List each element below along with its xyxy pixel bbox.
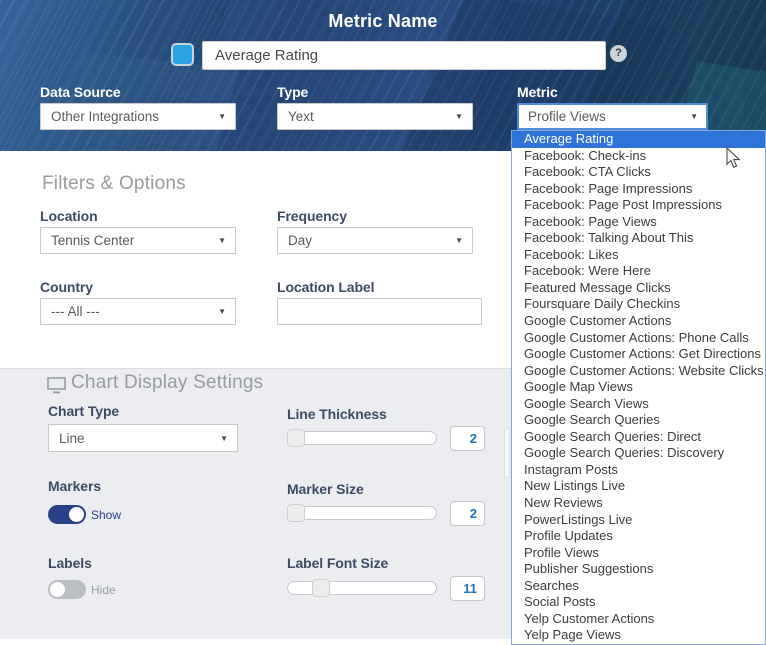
metric-dropdown-option[interactable]: Google Search Queries: Direct — [512, 429, 765, 446]
metric-dropdown-option[interactable]: New Listings Live — [512, 478, 765, 495]
chart-type-value: Line — [59, 431, 85, 446]
country-select[interactable]: --- All --- ▼ — [40, 298, 236, 325]
type-value: Yext — [288, 109, 314, 124]
line-thickness-slider[interactable] — [287, 431, 437, 445]
metric-dropdown-option[interactable]: Google Search Queries — [512, 412, 765, 429]
markers-toggle[interactable] — [48, 505, 86, 524]
marker-size-slider[interactable] — [287, 506, 437, 520]
chevron-down-icon: ▼ — [218, 236, 226, 245]
help-icon[interactable]: ? — [610, 45, 627, 62]
labels-label: Labels — [48, 555, 92, 571]
chevron-down-icon: ▼ — [455, 236, 463, 245]
metric-dropdown-option[interactable]: Google Search Views — [512, 396, 765, 413]
location-label-input[interactable] — [277, 298, 482, 325]
markers-toggle-state: Show — [91, 508, 121, 522]
labels-toggle[interactable] — [48, 580, 86, 599]
marker-size-label: Marker Size — [287, 481, 364, 497]
metric-dropdown-option[interactable]: Profile Updates — [512, 528, 765, 545]
metric-dropdown-option[interactable]: Facebook: Page Impressions — [512, 181, 765, 198]
metric-dropdown-option[interactable]: Facebook: Page Views — [512, 214, 765, 231]
metric-dropdown-option[interactable]: Google Customer Actions — [512, 313, 765, 330]
metric-dropdown-option[interactable]: Facebook: Were Here — [512, 263, 765, 280]
filters-section-title: Filters & Options — [42, 173, 186, 195]
metric-name-input[interactable] — [202, 41, 606, 70]
scrollbar-thumb[interactable] — [504, 428, 510, 478]
metric-dropdown-option[interactable]: Profile Views — [512, 545, 765, 562]
data-source-value: Other Integrations — [51, 109, 159, 124]
data-source-select[interactable]: Other Integrations ▼ — [40, 103, 236, 130]
location-select[interactable]: Tennis Center ▼ — [40, 227, 236, 254]
metric-dropdown-option[interactable]: Social Posts — [512, 594, 765, 611]
metric-dropdown-option[interactable]: Searches — [512, 578, 765, 595]
metric-color-swatch[interactable] — [171, 43, 194, 66]
line-thickness-value: 2 — [450, 426, 485, 451]
type-select[interactable]: Yext ▼ — [277, 103, 473, 130]
monitor-icon — [47, 377, 66, 394]
metric-dropdown-option[interactable]: Facebook: Check-ins — [512, 148, 765, 165]
metric-dropdown-option[interactable]: Google Customer Actions: Phone Calls — [512, 330, 765, 347]
data-source-label: Data Source — [40, 84, 121, 100]
metric-dropdown-list: Average RatingFacebook: Check-insFaceboo… — [511, 130, 766, 645]
chart-type-label: Chart Type — [48, 403, 119, 419]
metric-dropdown-option[interactable]: Instagram Posts — [512, 462, 765, 479]
country-label: Country — [40, 279, 93, 295]
slider-handle[interactable] — [312, 579, 330, 597]
metric-dropdown-option[interactable]: Yelp Customer Actions — [512, 611, 765, 628]
metric-dropdown-option[interactable]: Facebook: Page Post Impressions — [512, 197, 765, 214]
metric-dropdown-option[interactable]: Facebook: Talking About This — [512, 230, 765, 247]
toggle-knob — [50, 582, 65, 597]
frequency-select[interactable]: Day ▼ — [277, 227, 473, 254]
chevron-down-icon: ▼ — [690, 112, 698, 121]
type-label: Type — [277, 84, 308, 100]
metric-dropdown-option[interactable]: Featured Message Clicks — [512, 280, 765, 297]
country-value: --- All --- — [51, 304, 100, 319]
chart-settings-section-title: Chart Display Settings — [71, 372, 263, 394]
metric-dropdown-option[interactable]: Google Customer Actions: Website Clicks — [512, 363, 765, 380]
metric-select[interactable]: Profile Views ▼ — [517, 103, 708, 130]
metric-value: Profile Views — [528, 109, 606, 124]
page-title: Metric Name — [0, 11, 766, 32]
metric-dropdown-option[interactable]: PowerListings Live — [512, 512, 765, 529]
metric-dropdown-option[interactable]: Facebook: Likes — [512, 247, 765, 264]
metric-dropdown-option[interactable]: Publisher Suggestions — [512, 561, 765, 578]
chevron-down-icon: ▼ — [455, 112, 463, 121]
line-thickness-label: Line Thickness — [287, 406, 387, 422]
chart-type-select[interactable]: Line ▼ — [48, 424, 238, 452]
metric-dropdown-option[interactable]: Yelp Page Views — [512, 627, 765, 644]
metric-dropdown-option[interactable]: Google Customer Actions: Get Directions — [512, 346, 765, 363]
metric-label: Metric — [517, 84, 558, 100]
label-font-size-slider[interactable] — [287, 581, 437, 595]
metric-dropdown-option[interactable]: Average Rating — [512, 131, 765, 148]
chevron-down-icon: ▼ — [218, 307, 226, 316]
location-label-field-label: Location Label — [277, 279, 374, 295]
metric-dropdown-option[interactable]: Facebook: CTA Clicks — [512, 164, 765, 181]
slider-handle[interactable] — [287, 429, 305, 447]
location-label: Location — [40, 208, 98, 224]
labels-toggle-state: Hide — [91, 583, 116, 597]
metric-settings-modal: Metric Name ? Data Source Other Integrat… — [0, 0, 766, 645]
marker-size-value: 2 — [450, 501, 485, 526]
markers-label: Markers — [48, 478, 101, 494]
toggle-knob — [69, 507, 84, 522]
metric-dropdown-option[interactable]: Google Search Queries: Discovery — [512, 445, 765, 462]
location-value: Tennis Center — [51, 233, 134, 248]
frequency-label: Frequency — [277, 208, 347, 224]
metric-dropdown-option[interactable]: Foursquare Daily Checkins — [512, 296, 765, 313]
label-font-size-value: 11 — [450, 576, 485, 601]
metric-dropdown-option[interactable]: Google Map Views — [512, 379, 765, 396]
metric-dropdown-option[interactable]: New Reviews — [512, 495, 765, 512]
chevron-down-icon: ▼ — [220, 434, 228, 443]
chevron-down-icon: ▼ — [218, 112, 226, 121]
frequency-value: Day — [288, 233, 312, 248]
slider-handle[interactable] — [287, 504, 305, 522]
label-font-size-label: Label Font Size — [287, 555, 388, 571]
